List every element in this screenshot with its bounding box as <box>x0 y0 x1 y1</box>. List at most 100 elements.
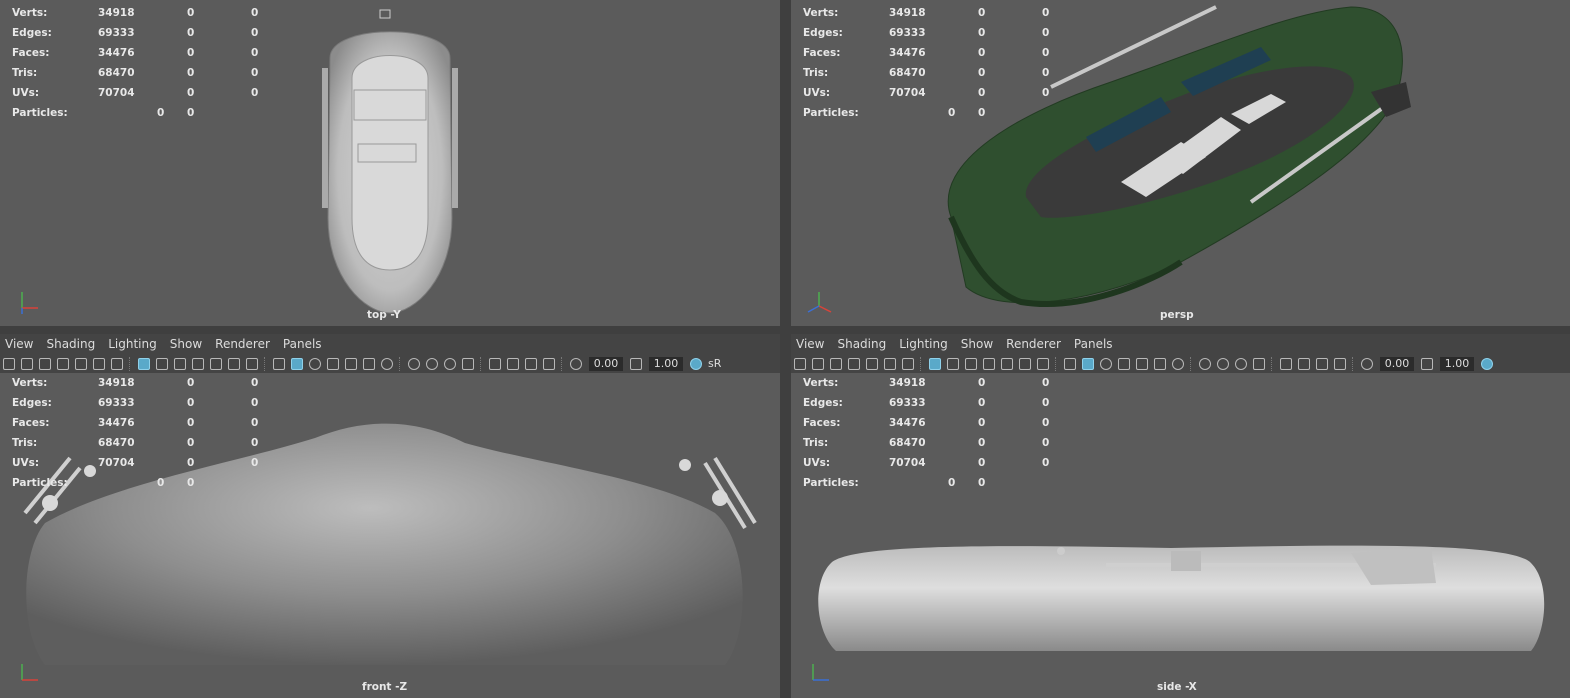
grease-pencil-icon[interactable] <box>75 357 87 370</box>
menu-renderer[interactable]: Renderer <box>1006 337 1061 351</box>
grease-pencil-icon[interactable] <box>866 357 878 370</box>
gamma-icon[interactable] <box>630 357 642 370</box>
menu-show[interactable]: Show <box>170 337 202 351</box>
boat-model-top[interactable] <box>300 8 480 320</box>
menu-renderer[interactable]: Renderer <box>215 337 270 351</box>
lights-icon[interactable] <box>1154 357 1166 370</box>
textured-icon[interactable] <box>345 357 357 370</box>
depth-of-field-icon[interactable] <box>462 357 474 370</box>
image-plane-icon[interactable] <box>57 357 69 370</box>
motion-blur-icon[interactable] <box>426 357 438 370</box>
hud-label-edges: Edges: <box>12 397 52 409</box>
exposure-field[interactable]: 0.00 <box>589 356 623 371</box>
xray-icon[interactable] <box>1298 357 1310 370</box>
menu-shading[interactable]: Shading <box>837 337 886 351</box>
film-gate-icon[interactable] <box>947 357 959 370</box>
boat-model-side[interactable] <box>811 533 1556 658</box>
gamma-field[interactable]: 1.00 <box>1440 356 1474 371</box>
menu-view[interactable]: View <box>5 337 33 351</box>
camera-attributes-icon[interactable] <box>21 357 33 370</box>
isolate-select-icon[interactable] <box>489 357 501 370</box>
resolution-gate-icon[interactable] <box>965 357 977 370</box>
hud-value: 0 <box>251 47 259 59</box>
bookmark-icon[interactable] <box>830 357 842 370</box>
two-d-pan-icon[interactable] <box>884 357 896 370</box>
resolution-gate-icon[interactable] <box>174 357 186 370</box>
shadows-icon[interactable] <box>1172 357 1184 370</box>
viewport-front[interactable]: Verts: 34918 0 0 Edges: 69333 0 0 Faces: 34476 0… <box>0 373 780 698</box>
boat-model-persp[interactable] <box>931 2 1411 322</box>
field-chart-icon[interactable] <box>210 357 222 370</box>
viewport-top[interactable]: Verts: 34918 0 0 Edges: 69333 0 0 Faces: 34476 0… <box>0 0 780 326</box>
camera-attributes-icon[interactable] <box>812 357 824 370</box>
safe-title-icon[interactable] <box>1037 357 1049 370</box>
wireframe-icon[interactable] <box>1064 357 1076 370</box>
color-management-icon[interactable] <box>690 357 702 370</box>
isolate-select-icon[interactable] <box>1280 357 1292 370</box>
hud-value: 0 <box>251 67 259 79</box>
wireframe-on-shaded-icon[interactable] <box>1118 357 1130 370</box>
smooth-shade-icon[interactable] <box>291 357 303 370</box>
colorspace-label[interactable]: sR <box>708 357 721 370</box>
image-plane-icon[interactable] <box>848 357 860 370</box>
anti-alias-icon[interactable] <box>444 357 456 370</box>
field-chart-icon[interactable] <box>1001 357 1013 370</box>
toolbar-separator <box>1190 356 1193 371</box>
gamma-field[interactable]: 1.00 <box>649 356 683 371</box>
grid-icon[interactable] <box>929 357 941 370</box>
safe-action-icon[interactable] <box>1019 357 1031 370</box>
use-default-material-icon[interactable] <box>309 357 321 370</box>
motion-blur-icon[interactable] <box>1217 357 1229 370</box>
safe-title-icon[interactable] <box>246 357 258 370</box>
screen-space-ao-icon[interactable] <box>1199 357 1211 370</box>
film-gate-icon[interactable] <box>156 357 168 370</box>
xray-icon[interactable] <box>507 357 519 370</box>
wireframe-icon[interactable] <box>273 357 285 370</box>
pencil-icon[interactable] <box>111 357 123 370</box>
hud-value: 0 <box>978 457 986 469</box>
textured-icon[interactable] <box>1136 357 1148 370</box>
gate-mask-icon[interactable] <box>983 357 995 370</box>
camera-select-icon[interactable] <box>3 357 15 370</box>
toolbar-separator <box>1055 356 1058 371</box>
axis-gizmo-icon <box>21 664 38 681</box>
gate-mask-icon[interactable] <box>192 357 204 370</box>
xray-joints-icon[interactable] <box>1316 357 1328 370</box>
menu-view[interactable]: View <box>796 337 824 351</box>
panel-divider-vertical[interactable] <box>780 0 791 698</box>
color-management-icon[interactable] <box>1481 357 1493 370</box>
grid-icon[interactable] <box>138 357 150 370</box>
screen-space-ao-icon[interactable] <box>408 357 420 370</box>
hud-value: 0 <box>251 27 259 39</box>
use-default-material-icon[interactable] <box>1100 357 1112 370</box>
menu-panels[interactable]: Panels <box>1074 337 1113 351</box>
safe-action-icon[interactable] <box>228 357 240 370</box>
menu-show[interactable]: Show <box>961 337 993 351</box>
panel-divider-horizontal[interactable] <box>0 326 1570 334</box>
menu-panels[interactable]: Panels <box>283 337 322 351</box>
lights-icon[interactable] <box>363 357 375 370</box>
wireframe-on-shaded-icon[interactable] <box>327 357 339 370</box>
shadows-icon[interactable] <box>381 357 393 370</box>
anti-alias-icon[interactable] <box>1235 357 1247 370</box>
viewport-persp[interactable]: Verts: 34918 0 0 Edges: 69333 0 0 Faces: 34476 0… <box>791 0 1570 326</box>
exposure-field[interactable]: 0.00 <box>1380 356 1414 371</box>
backface-culling-icon[interactable] <box>1334 357 1346 370</box>
depth-of-field-icon[interactable] <box>1253 357 1265 370</box>
menu-lighting[interactable]: Lighting <box>108 337 157 351</box>
bookmark-icon[interactable] <box>39 357 51 370</box>
hud-value: 0 <box>978 437 986 449</box>
pencil-icon[interactable] <box>902 357 914 370</box>
smooth-shade-icon[interactable] <box>1082 357 1094 370</box>
camera-select-icon[interactable] <box>794 357 806 370</box>
two-d-pan-icon[interactable] <box>93 357 105 370</box>
exposure-icon[interactable] <box>1361 357 1373 370</box>
xray-joints-icon[interactable] <box>525 357 537 370</box>
gamma-icon[interactable] <box>1421 357 1433 370</box>
exposure-icon[interactable] <box>570 357 582 370</box>
viewport-side[interactable]: Verts: 34918 0 0 Edges: 69333 0 0 Faces: 34476 0… <box>791 373 1570 698</box>
axis-gizmo-icon <box>807 292 832 313</box>
menu-lighting[interactable]: Lighting <box>899 337 948 351</box>
menu-shading[interactable]: Shading <box>46 337 95 351</box>
backface-culling-icon[interactable] <box>543 357 555 370</box>
